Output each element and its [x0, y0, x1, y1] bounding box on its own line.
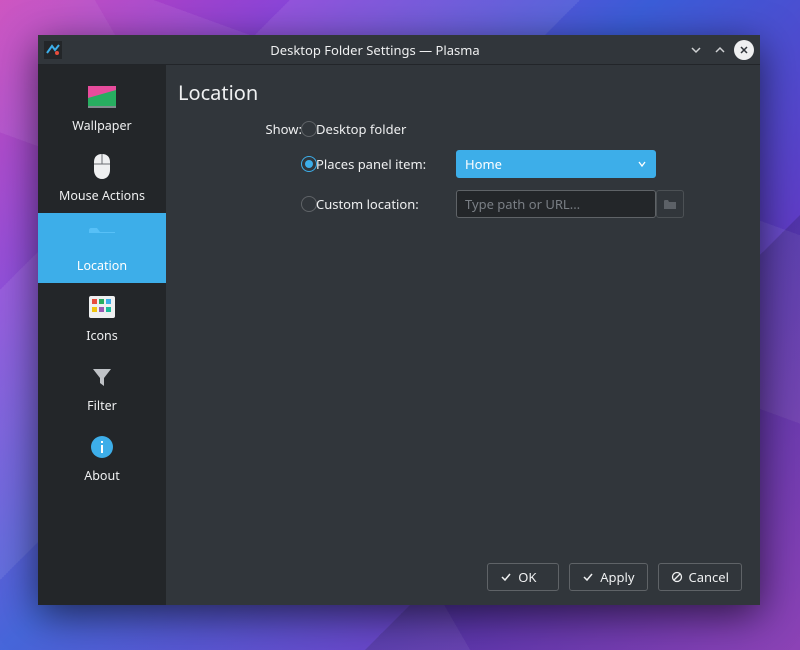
folder-icon	[88, 223, 116, 251]
sidebar-item-location[interactable]: Location	[38, 213, 166, 283]
sidebar-item-wallpaper[interactable]: Wallpaper	[38, 73, 166, 143]
radio-desktop-folder[interactable]	[301, 121, 317, 137]
close-button[interactable]	[734, 40, 754, 60]
chevron-down-icon	[637, 159, 647, 169]
places-combo[interactable]: Home	[456, 150, 656, 178]
titlebar: Desktop Folder Settings — Plasma	[38, 35, 760, 65]
info-icon	[88, 433, 116, 461]
sidebar-item-label: About	[84, 467, 119, 484]
sidebar-item-label: Icons	[86, 327, 118, 344]
apply-button[interactable]: Apply	[569, 563, 647, 591]
check-icon	[500, 571, 512, 583]
sidebar-item-filter[interactable]: Filter	[38, 353, 166, 423]
check-icon	[582, 571, 594, 583]
radio-places-panel[interactable]	[301, 156, 317, 172]
sidebar-item-label: Location	[77, 257, 127, 274]
dialog-footer: OK Apply Cancel	[178, 551, 742, 591]
option-desktop-folder-label: Desktop folder	[316, 120, 688, 138]
window-body: Wallpaper Mouse Actions Location Icons	[38, 65, 760, 605]
custom-path-input[interactable]: Type path or URL...	[456, 190, 656, 218]
option-custom-location-label: Custom location:	[316, 195, 456, 213]
wallpaper-icon	[88, 83, 116, 111]
sidebar-item-mouse-actions[interactable]: Mouse Actions	[38, 143, 166, 213]
cancel-button[interactable]: Cancel	[658, 563, 742, 591]
places-combo-value: Home	[465, 155, 637, 173]
sidebar-item-label: Mouse Actions	[59, 187, 145, 204]
sidebar-item-label: Wallpaper	[72, 117, 131, 134]
cancel-icon	[671, 571, 683, 583]
ok-button-label: OK	[518, 568, 536, 586]
sidebar-item-label: Filter	[87, 397, 117, 414]
apply-button-label: Apply	[600, 568, 634, 586]
radio-custom-location[interactable]	[301, 196, 317, 212]
sidebar-item-about[interactable]: About	[38, 423, 166, 493]
app-icon	[44, 41, 62, 59]
filter-icon	[88, 363, 116, 391]
sidebar-item-icons[interactable]: Icons	[38, 283, 166, 353]
main-panel: Location Show: Desktop folder Places pan…	[166, 65, 760, 605]
icons-icon	[88, 293, 116, 321]
window-title: Desktop Folder Settings — Plasma	[68, 41, 682, 59]
custom-path-placeholder: Type path or URL...	[465, 195, 580, 213]
sidebar: Wallpaper Mouse Actions Location Icons	[38, 65, 166, 605]
show-label: Show:	[178, 120, 302, 138]
settings-window: Desktop Folder Settings — Plasma Wallpap…	[38, 35, 760, 605]
keep-below-button[interactable]	[686, 40, 706, 60]
page-title: Location	[178, 79, 742, 106]
cancel-button-label: Cancel	[689, 568, 729, 586]
mouse-icon	[88, 153, 116, 181]
ok-button[interactable]: OK	[487, 563, 559, 591]
location-form: Show: Desktop folder Places panel item: …	[178, 120, 742, 218]
keep-above-button[interactable]	[710, 40, 730, 60]
option-places-panel-label: Places panel item:	[316, 155, 456, 173]
browse-button[interactable]	[656, 190, 684, 218]
